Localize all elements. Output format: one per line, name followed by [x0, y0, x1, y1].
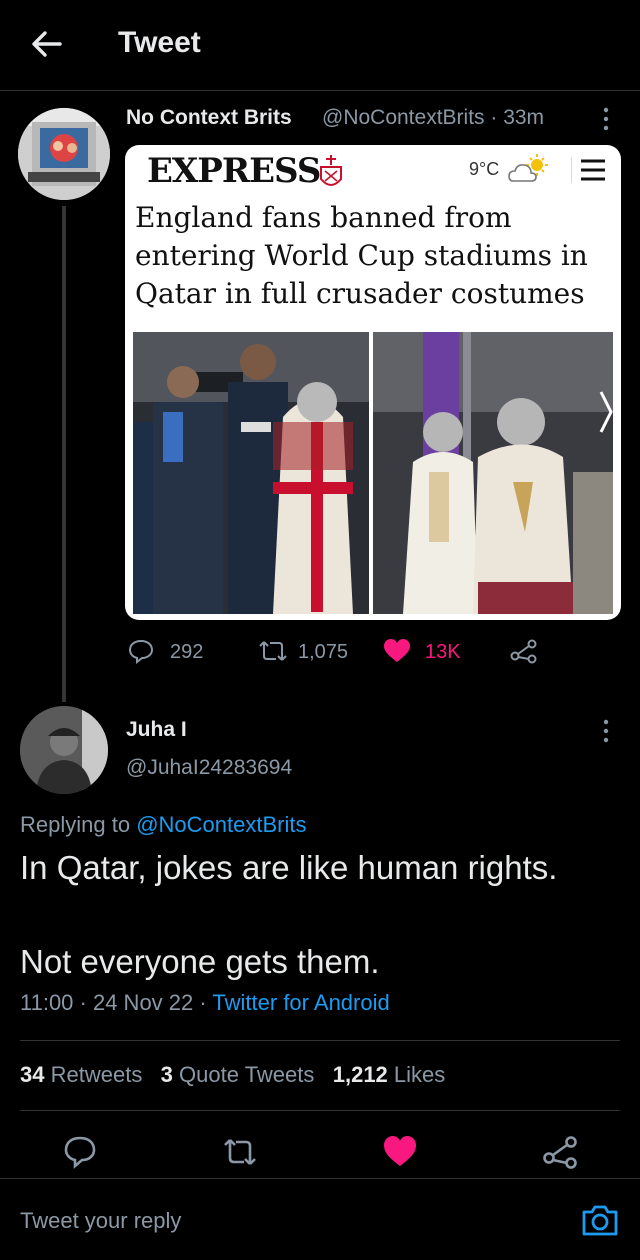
author-handle-time: @NoContextBrits · 33m	[322, 106, 545, 129]
heart-icon[interactable]	[382, 1134, 418, 1170]
author-handle[interactable]: @JuhaI24283694	[126, 756, 292, 780]
share-icon[interactable]	[542, 1134, 578, 1170]
reply-input[interactable]	[20, 1206, 540, 1236]
replying-to: Replying to @NoContextBrits	[20, 812, 306, 838]
reply-button[interactable]: 292	[128, 638, 203, 668]
avatar-image	[20, 706, 108, 794]
article-headline: England fans banned from entering World …	[135, 201, 588, 310]
reply-icon	[128, 639, 154, 665]
reply-count: 292	[170, 641, 204, 663]
avatar-image	[18, 108, 110, 200]
tweet-text: In Qatar, jokes are like human rights. N…	[20, 844, 620, 986]
thread-line	[62, 206, 66, 702]
page-title: Tweet	[118, 26, 201, 59]
more-options-icon[interactable]	[598, 718, 614, 744]
replying-to-link[interactable]: @NoContextBrits	[136, 812, 306, 837]
menu-icon	[571, 157, 605, 183]
like-button[interactable]: 13K	[383, 638, 461, 668]
author-name[interactable]: No Context Brits	[126, 106, 292, 130]
author-name[interactable]: Juha I	[126, 718, 187, 742]
tweet-text-line-2: Not everyone gets them.	[20, 943, 380, 980]
reply-icon[interactable]	[62, 1134, 98, 1170]
divider	[20, 1110, 620, 1111]
heart-icon	[384, 639, 410, 662]
weather-temperature: 9°C	[469, 159, 500, 179]
top-bar: Tweet	[0, 0, 640, 91]
likes-label: Likes	[393, 1062, 446, 1087]
tweet-timestamp: 11:00 · 24 Nov 22 · Twitter for Android	[20, 990, 390, 1016]
tweet-text-line-1: In Qatar, jokes are like human rights.	[20, 849, 558, 886]
retweets-label: Retweets	[50, 1062, 143, 1087]
divider	[20, 1040, 620, 1041]
weather-sun-cloud-icon	[508, 154, 548, 182]
likes-count: 1,212	[332, 1062, 388, 1087]
express-logo: EXPRESS	[147, 151, 321, 191]
retweet-count: 1,075	[298, 641, 349, 663]
avatar[interactable]	[18, 108, 110, 200]
more-options-icon[interactable]	[598, 106, 614, 132]
retweet-icon[interactable]	[222, 1134, 258, 1170]
likes-stat[interactable]: 1,212 Likes	[333, 1062, 446, 1087]
article-photo	[133, 332, 613, 614]
avatar[interactable]	[20, 706, 108, 794]
share-button[interactable]	[510, 638, 538, 668]
source-link[interactable]: Twitter for Android	[212, 990, 389, 1015]
quotes-stat[interactable]: 3 Quote Tweets	[161, 1062, 315, 1087]
quotes-count: 3	[160, 1062, 173, 1087]
back-arrow-icon[interactable]	[26, 24, 66, 64]
tweet-stats: 34 Retweets 3 Quote Tweets 1,212 Likes	[20, 1062, 445, 1088]
retweet-icon	[259, 641, 287, 661]
replying-prefix: Replying to	[20, 812, 137, 837]
retweets-stat[interactable]: 34 Retweets	[20, 1062, 142, 1087]
time-date: 11:00 · 24 Nov 22 ·	[20, 990, 213, 1015]
retweet-button[interactable]: 1,075	[258, 638, 348, 668]
camera-icon[interactable]	[580, 1200, 620, 1240]
retweets-count: 34	[20, 1062, 45, 1087]
quotes-label: Quote Tweets	[179, 1062, 315, 1087]
crest-icon	[320, 155, 342, 186]
media-image[interactable]: EXPRESS 9°C England fans banned from ent…	[125, 145, 621, 620]
share-icon	[510, 639, 537, 664]
like-count: 13K	[425, 641, 461, 663]
